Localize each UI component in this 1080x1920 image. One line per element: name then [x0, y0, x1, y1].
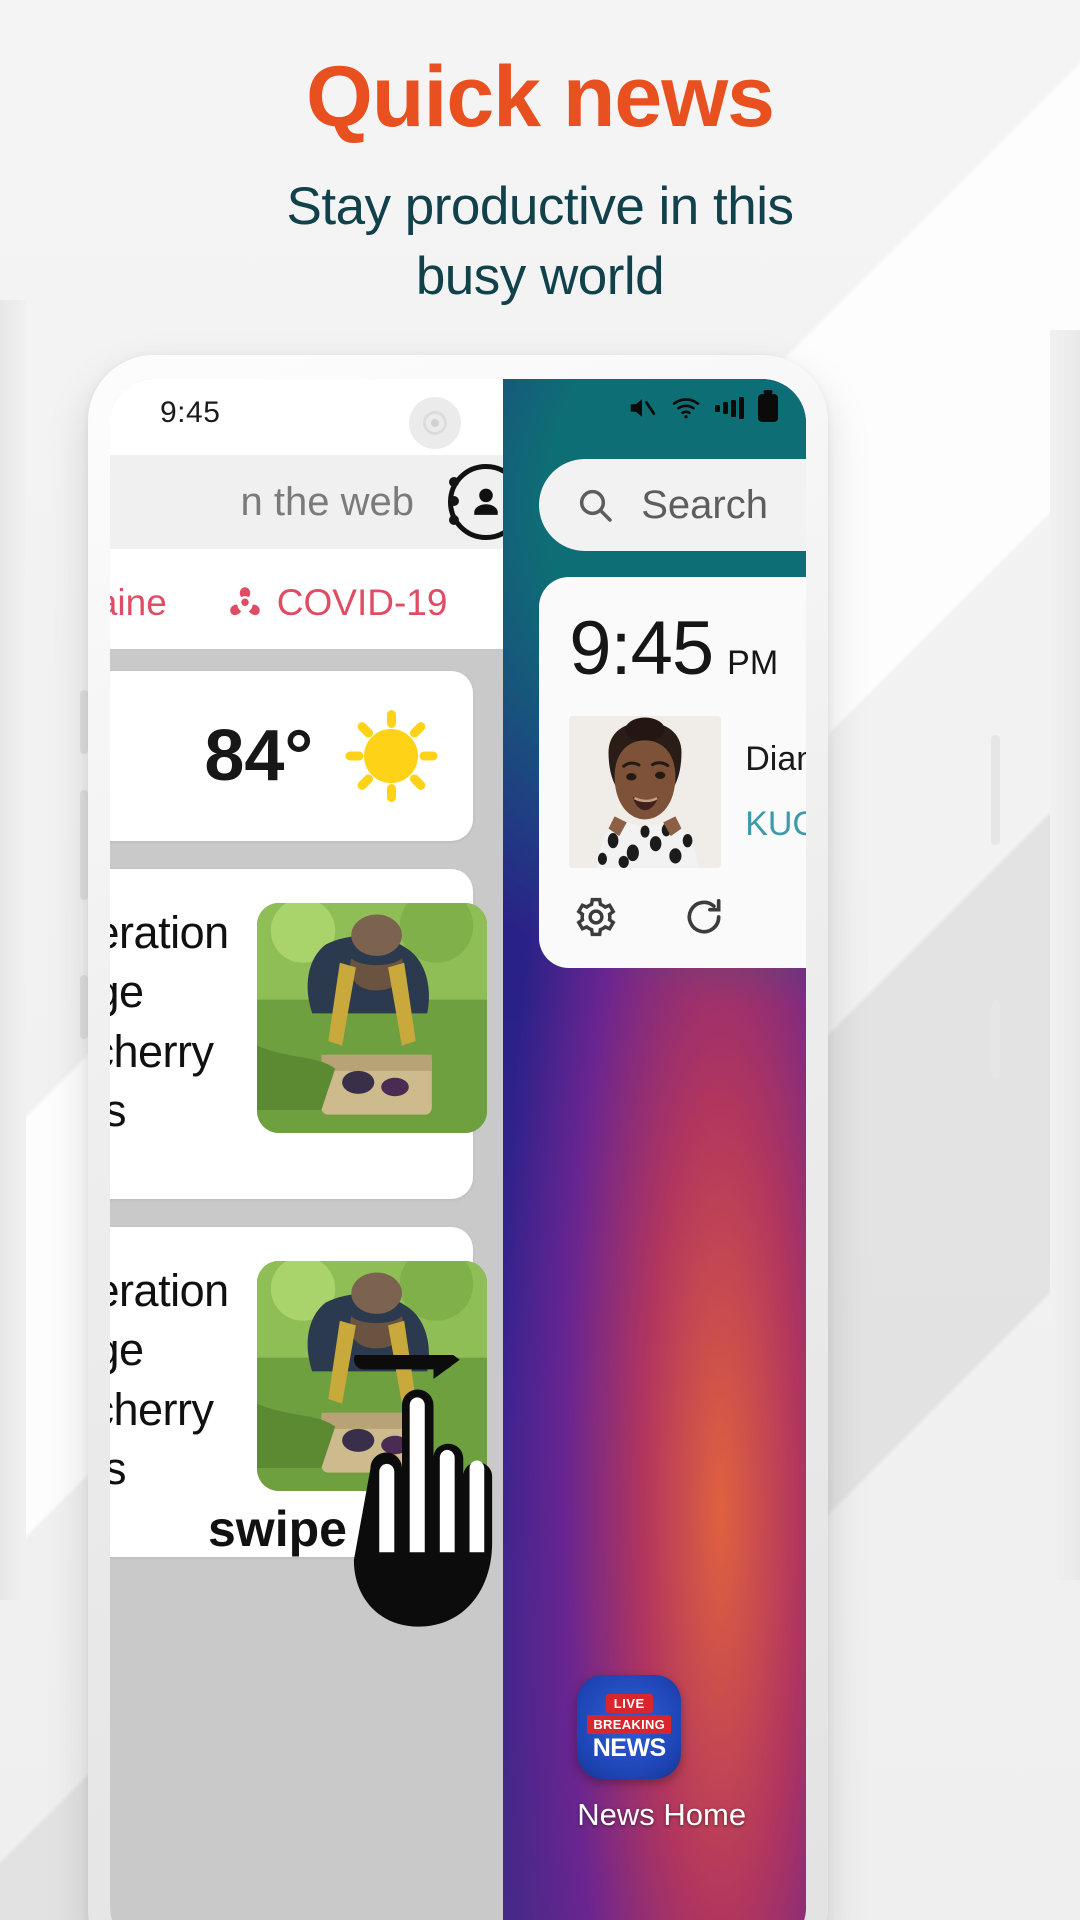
news-title-line: peration	[110, 1265, 229, 1316]
news-card-title: peration dge l cherry ies	[110, 903, 229, 1141]
weather-temperature: 84°	[204, 716, 314, 796]
search-placeholder: n the web	[240, 479, 414, 524]
diana-portrait-photo	[569, 716, 722, 868]
search-input[interactable]: n the web	[110, 455, 504, 549]
tab-ukraine[interactable]: kraine	[110, 582, 167, 624]
more-vert-icon[interactable]	[789, 894, 806, 940]
wifi-icon	[671, 393, 701, 423]
signal-bars-icon	[714, 395, 744, 421]
app-icon-live-badge: LIVE	[605, 1693, 653, 1713]
phone-secondary-button[interactable]	[991, 1000, 1000, 1078]
promo-subheadline: Stay productive in this busy world	[0, 172, 1080, 312]
widget-person-meta: Diana Opo KUOW Pub	[745, 716, 806, 844]
widget-clock-meridiem: PM	[727, 644, 779, 682]
news-card[interactable]: peration dge l cherry ies	[110, 869, 487, 1199]
news-app-pane: 9:45 n the web ine COVID-19 84° ration e…	[110, 379, 504, 1920]
phone-power-button[interactable]	[991, 735, 1000, 845]
news-thumbnail-image	[256, 903, 487, 1133]
left-status-bar: 9:45	[110, 379, 503, 449]
widget-action-row	[539, 868, 806, 968]
news-title-line: ies	[110, 1085, 127, 1137]
phone-screen: 9:45 n the web ine COVID-19 84° ration e…	[110, 379, 806, 1920]
news-title-line: l cherry	[110, 1383, 214, 1435]
news-title-line: dge	[110, 1324, 144, 1376]
home-app-shortcut[interactable]: LIVE BREAKING NEWS News Home	[577, 1675, 806, 1833]
home-search-label: Search	[641, 482, 768, 527]
promo-subheadline-line1: Stay productive in this	[286, 177, 794, 237]
battery-icon	[757, 394, 778, 422]
promo-text-block: Quick news Stay productive in this busy …	[0, 52, 1080, 312]
news-title-line: peration	[110, 907, 229, 958]
app-icon-breaking-badge: BREAKING	[587, 1714, 672, 1734]
search-row: n the web	[110, 447, 504, 557]
search-icon	[580, 489, 612, 522]
widget-clock-time: 9:45	[569, 606, 714, 691]
news-title-line: ies	[110, 1443, 127, 1495]
home-app-label: News Home	[577, 1797, 747, 1832]
tab-covid19[interactable]: COVID-19	[227, 582, 448, 624]
tab-ukraine-label: kraine	[110, 582, 167, 623]
settings-gear-icon[interactable]	[573, 894, 619, 940]
phone-mockup: 9:45 n the web ine COVID-19 84° ration e…	[88, 355, 828, 1920]
news-title-line: dge	[110, 966, 144, 1018]
news-widget[interactable]: 9:45 PM Dian KUO	[539, 577, 806, 968]
weather-card[interactable]: 84°	[110, 671, 474, 841]
news-card[interactable]: peration dge l cherry ies	[110, 1227, 487, 1557]
refresh-icon[interactable]	[681, 894, 727, 940]
promo-headline: Quick news	[306, 49, 775, 145]
home-search-bar[interactable]: Search	[539, 459, 806, 551]
left-status-clock: 9:45	[160, 396, 221, 429]
phone-side-button[interactable]	[80, 975, 88, 1039]
widget-clock: 9:45 PM	[539, 605, 806, 692]
tab-covid19-label: COVID-19	[276, 582, 448, 623]
widget-person-source[interactable]: KUOW Pub	[745, 805, 806, 844]
promo-subheadline-line2: busy world	[415, 247, 665, 307]
app-icon-news-text: NEWS	[592, 1733, 667, 1762]
phone-volume-up-button[interactable]	[80, 690, 88, 754]
front-camera-icon	[409, 397, 462, 449]
widget-person-row[interactable]: Diana Opo KUOW Pub	[539, 692, 806, 868]
widget-person-name: Diana Opo	[745, 740, 806, 778]
right-status-bar	[503, 379, 806, 437]
news-feed[interactable]: 84° peration dge l ch	[110, 649, 504, 1920]
biohazard-icon	[230, 587, 260, 616]
background-right-strip	[1050, 330, 1080, 1580]
overflow-menu-icon[interactable]	[449, 477, 460, 525]
news-title-line: l cherry	[110, 1025, 214, 1077]
volume-mute-icon	[627, 393, 657, 423]
home-screen-pane: Search 9:45 PM Dian KUO LIVE BREAKING NE…	[503, 379, 806, 1920]
split-screen: 9:45 n the web ine COVID-19 84° ration e…	[110, 379, 806, 1920]
news-card-title: peration dge l cherry ies	[110, 1261, 229, 1499]
news-thumbnail-image	[256, 1261, 487, 1491]
background-left-strip	[0, 300, 26, 1600]
phone-volume-down-button[interactable]	[80, 790, 88, 900]
news-topic-tabs: kraine COVID-19 Loca	[110, 557, 503, 649]
breaking-news-app-icon[interactable]: LIVE BREAKING NEWS	[577, 1675, 682, 1779]
sun-icon	[343, 708, 439, 804]
